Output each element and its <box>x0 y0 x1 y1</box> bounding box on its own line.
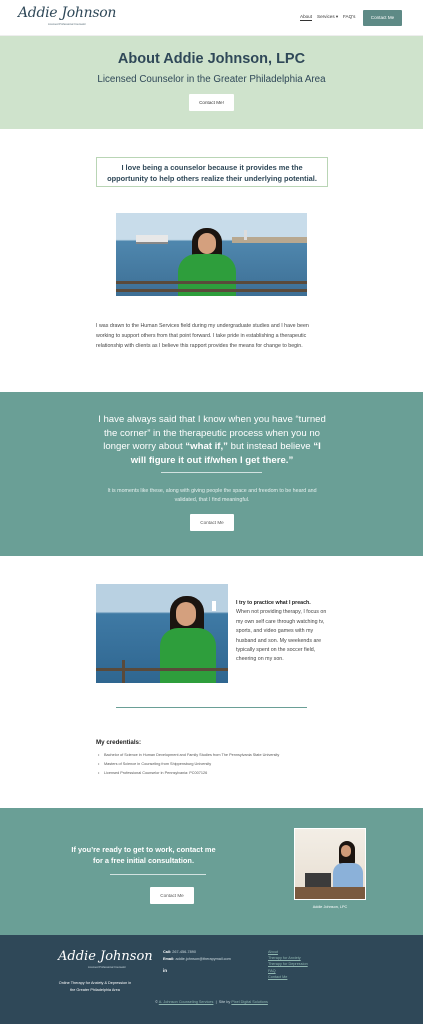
logo-script: Addie Johnson <box>18 5 117 21</box>
divider <box>116 707 307 708</box>
nav-faqs[interactable]: FAQ's <box>343 14 355 19</box>
footer-contact: Call: 267-456-7890 Email: addie.johnson@… <box>163 949 231 963</box>
railing-shape-lower <box>116 289 307 292</box>
footer-logo-tagline: Licensed Professional Counselor <box>88 966 126 969</box>
highlight-quote: I love being a counselor because it prov… <box>96 157 328 187</box>
cta-contact-button[interactable]: Contact Me <box>150 887 194 904</box>
photo-harbor <box>116 213 307 296</box>
quote-bold-1: “what if,” <box>185 441 228 453</box>
phone-link[interactable]: 267-456-7890 <box>172 950 196 954</box>
lighthouse-shape <box>244 230 247 240</box>
hero-section: About Addie Johnson, LPC Licensed Counse… <box>0 36 423 129</box>
list-item: Masters of Science in Counseling from Sh… <box>98 760 338 769</box>
divider <box>110 874 206 875</box>
photo-laptop <box>294 828 366 900</box>
logo-tagline: Licensed Professional Counselor <box>48 23 86 26</box>
band-contact-button[interactable]: Contact Me <box>190 514 234 531</box>
credentials-title: My credentials: <box>96 739 142 746</box>
email-label: Email: <box>163 957 175 961</box>
self-care-body: When not providing therapy, I focus on m… <box>236 609 327 663</box>
photo-caption: Addie Johnson, LPC <box>312 905 348 909</box>
self-care-text: I try to practice what I preach. When not… <box>236 599 332 665</box>
site-footer: Addie Johnson Licensed Professional Coun… <box>0 935 423 1024</box>
list-item: Bachelor of Science in Human Development… <box>98 751 338 760</box>
ferry-shape <box>136 235 168 244</box>
credentials-list: Bachelor of Science in Human Development… <box>98 751 338 778</box>
email-link[interactable]: addie.johnson@therapymail.com <box>175 957 230 961</box>
header-contact-button[interactable]: Contact Me <box>363 10 402 26</box>
philosophy-text: It is moments like these, along with giv… <box>107 488 317 504</box>
philosophy-band: I have always said that I know when you … <box>0 392 423 556</box>
nav-services[interactable]: Services ▾ <box>317 14 338 20</box>
divider <box>161 472 262 473</box>
nav-services-label: Services <box>317 14 335 19</box>
linkedin-icon[interactable]: in <box>163 968 167 973</box>
call-label: Call: <box>163 950 172 954</box>
page-subtitle: Licensed Counselor in the Greater Philad… <box>97 74 326 85</box>
cta-text: If you’re ready to get to work, contact … <box>71 845 216 865</box>
site-by-link[interactable]: Pixel Digital Solutions <box>231 1000 268 1004</box>
footer-description: Online Therapy for Anxiety & Depression … <box>58 981 132 992</box>
face-shape <box>198 233 216 254</box>
face-shape <box>176 602 196 626</box>
footer-link-depression[interactable]: Therapy for Depression <box>268 961 308 967</box>
self-care-lead: I try to practice what I preach. <box>236 600 311 606</box>
copyright-link[interactable]: A. Johnson Counseling Services <box>159 1000 214 1004</box>
footer-bottom: © A. Johnson Counseling Services | Site … <box>0 1000 423 1004</box>
intro-paragraph: I was drawn to the Human Services field … <box>96 323 309 349</box>
philosophy-quote: I have always said that I know when you … <box>96 413 328 467</box>
sailboat-shape <box>212 601 216 611</box>
shirt-shape <box>160 628 216 683</box>
laptop-shape <box>305 873 331 887</box>
list-item: Licensed Professional Counselor in Penns… <box>98 769 338 778</box>
site-header: Addie Johnson Licensed Professional Coun… <box>0 0 423 36</box>
site-logo[interactable]: Addie Johnson Licensed Professional Coun… <box>18 5 116 31</box>
footer-links: About Therapy for Anxiety Therapy for De… <box>268 949 308 980</box>
cta-band: If you’re ready to get to work, contact … <box>0 808 423 935</box>
page-title: About Addie Johnson, LPC <box>117 51 306 67</box>
railing-shape <box>96 668 228 671</box>
face-shape <box>341 845 351 857</box>
footer-logo[interactable]: Addie Johnson <box>58 949 153 964</box>
railing-shape <box>116 281 307 284</box>
desk-shape <box>295 887 365 899</box>
quote-text-2: but instead believe <box>227 441 314 453</box>
site-by-prefix: Site by <box>218 1000 232 1004</box>
photo-waterfront <box>96 584 228 683</box>
railing-post-shape <box>122 660 125 683</box>
nav-about[interactable]: About <box>300 14 313 21</box>
footer-separator: | <box>215 1000 217 1004</box>
hero-contact-button[interactable]: Contact Me! <box>189 94 234 111</box>
chevron-down-icon: ▾ <box>335 14 339 19</box>
footer-link-contact[interactable]: Contact Me <box>268 974 308 980</box>
